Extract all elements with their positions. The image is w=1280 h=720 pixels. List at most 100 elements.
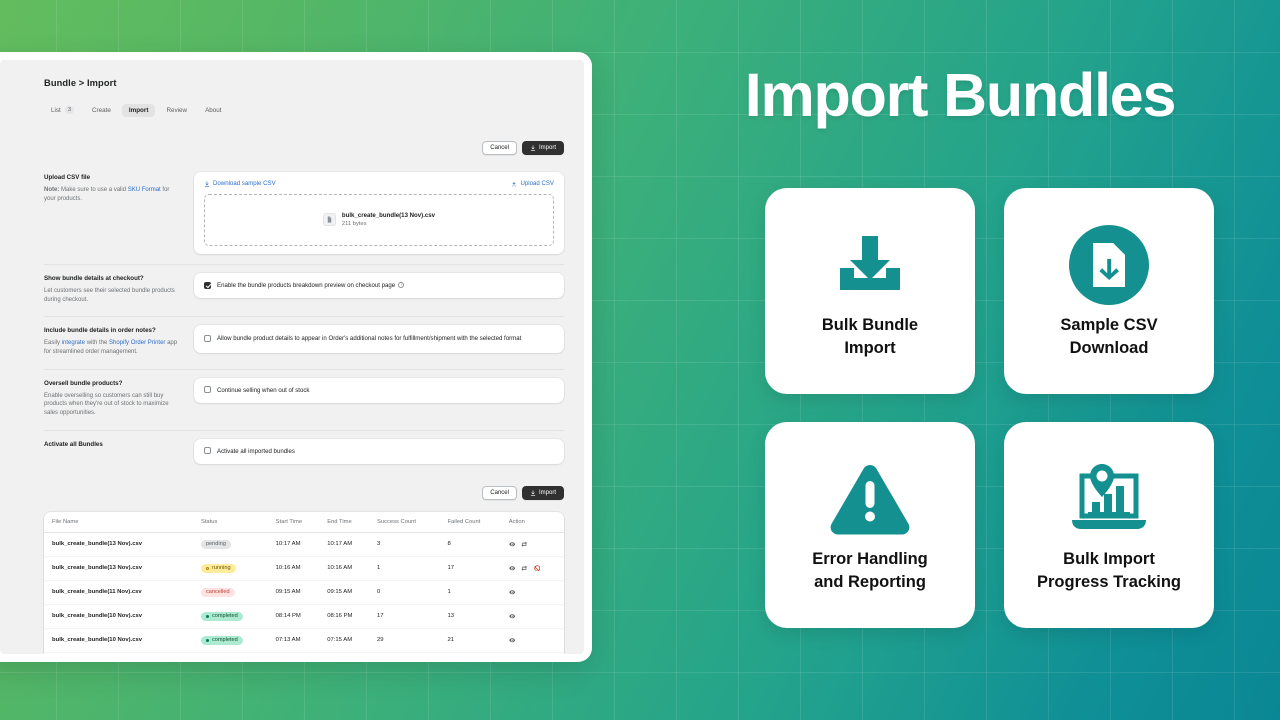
status-badge-label: completed (211, 637, 238, 644)
checkout-checkbox[interactable] (204, 281, 211, 289)
tab-bar: List 3 Create Import Review About (44, 103, 564, 117)
checkout-title: Show bundle details at checkout? (44, 275, 144, 282)
tab-review-label: Review (166, 106, 188, 114)
retry-icon[interactable] (521, 541, 528, 548)
promo-panel: Import Bundles Bulk Bundle Import Sample… (640, 0, 1280, 720)
table-row[interactable]: bulk_create_bundle(13 Nov).csv running 10:… (44, 556, 564, 581)
status-badge: completed (200, 635, 243, 645)
cell-status: pending (196, 532, 272, 557)
order-notes-checkbox-label: Allow bundle product details to appear i… (217, 335, 522, 343)
col-start-time: Start Time (271, 511, 324, 533)
app-screenshot-frame: Bundle > Import List 3 Create Import Rev… (0, 52, 592, 662)
table-row[interactable]: bulk_create_bundle(11 Nov).csv cancelled 0… (44, 580, 564, 605)
tile-label-line2: Progress Tracking (1037, 573, 1181, 591)
order-notes-card: Allow bundle product details to appear i… (194, 325, 564, 353)
csv-file-download-icon (1069, 222, 1149, 308)
status-dot (205, 566, 209, 570)
status-badge-label: running (211, 565, 231, 572)
cancel-button-bottom[interactable]: Cancel (482, 485, 517, 500)
import-button-bottom[interactable]: Import (521, 485, 564, 500)
view-icon[interactable] (509, 613, 516, 620)
shopify-order-printer-link[interactable]: Shopify Order Printer (109, 340, 165, 346)
oversell-checkbox[interactable] (204, 386, 211, 394)
breadcrumb: Bundle > Import (44, 78, 117, 88)
promo-headline: Import Bundles (744, 61, 1177, 129)
download-tray-icon (834, 222, 906, 308)
tab-import[interactable]: Import (121, 103, 156, 117)
order-notes-checkbox-row[interactable]: Allow bundle product details to appear i… (204, 334, 554, 343)
activate-checkbox-label: Activate all imported bundles (217, 447, 295, 455)
status-badge: completed (200, 611, 243, 621)
oversell-card: Continue selling when out of stock (194, 377, 564, 403)
feature-tile-grid: Bulk Bundle Import Sample CSV Download E… (765, 188, 1247, 628)
cell-status: running (196, 556, 272, 581)
cell-success-count: 17 (373, 604, 444, 629)
cell-actions (504, 580, 564, 605)
cancel-button-top[interactable]: Cancel (482, 141, 517, 155)
section-upload-csv-right: Download sample CSV Upload CSV bulk_crea… (194, 164, 564, 262)
activate-checkbox[interactable] (204, 447, 211, 455)
cell-actions (504, 628, 564, 653)
tab-import-label: Import (128, 106, 149, 114)
info-icon[interactable]: i (398, 282, 405, 288)
upload-icon (530, 145, 536, 151)
feature-tile-progress-tracking-label: Bulk Import Progress Tracking (1037, 548, 1181, 594)
cell-success-count: 1 (373, 556, 444, 581)
feature-tile-bulk-bundle-import[interactable]: Bulk Bundle Import (765, 188, 975, 394)
cell-file-name: bulk_create_bundle(10 Nov).csv (44, 604, 197, 629)
status-badge: cancelled (200, 587, 235, 597)
tab-list[interactable]: List 3 (44, 103, 81, 117)
integrate-link[interactable]: integrate (62, 340, 85, 346)
feature-tile-error-handling[interactable]: Error Handling and Reporting (765, 422, 975, 628)
cell-status: completed (196, 604, 272, 629)
feature-tile-progress-tracking[interactable]: Bulk Import Progress Tracking (1004, 422, 1214, 628)
activate-checkbox-row[interactable]: Activate all imported bundles (204, 447, 554, 456)
view-icon[interactable] (509, 637, 516, 644)
tab-review[interactable]: Review (159, 104, 194, 117)
view-icon[interactable] (509, 541, 516, 548)
section-oversell-right: Continue selling when out of stock (194, 370, 564, 428)
section-upload-csv: Upload CSV file Note: Make sure to use a… (44, 164, 564, 262)
retry-icon[interactable] (521, 565, 528, 572)
import-history-table-card: File Name Status Start Time End Time Suc… (44, 511, 564, 654)
status-badge-label: pending (205, 541, 226, 548)
col-status: Status (196, 511, 272, 533)
uploaded-file-name: bulk_create_bundle(13 Nov).csv (341, 212, 436, 220)
csv-dropzone[interactable]: bulk_create_bundle(13 Nov).csv 211 bytes (204, 194, 554, 246)
cell-file-name: bulk_create_bundle(13 Nov).csv (44, 532, 197, 557)
download-sample-csv-link[interactable]: Download sample CSV (204, 180, 276, 187)
download-sample-csv-label: Download sample CSV (213, 180, 276, 187)
upload-icon (530, 490, 536, 496)
checkout-checkbox-row[interactable]: Enable the bundle products breakdown pre… (204, 281, 554, 290)
tile-label-line2: and Reporting (814, 573, 926, 591)
warning-triangle-icon (829, 456, 911, 542)
file-icon (322, 213, 336, 227)
feature-tile-error-handling-label: Error Handling and Reporting (812, 548, 928, 594)
sku-format-link[interactable]: SKU Format (128, 187, 161, 193)
import-button-top[interactable]: Import (521, 141, 564, 155)
view-icon[interactable] (509, 589, 516, 596)
feature-tile-sample-csv-download[interactable]: Sample CSV Download (1004, 188, 1214, 394)
oversell-checkbox-label: Continue selling when out of stock (217, 386, 310, 394)
feature-tile-sample-csv-download-label: Sample CSV Download (1060, 314, 1157, 360)
status-badge: pending (200, 539, 231, 549)
table-row[interactable]: bulk_create_bundle(10 Nov).csv completed 0… (44, 628, 564, 653)
cell-start-time: 10:17 AM (271, 532, 324, 557)
activate-title: Activate all Bundles (44, 440, 103, 448)
view-icon[interactable] (509, 565, 516, 572)
cell-failed-count: 8 (443, 532, 505, 557)
order-notes-checkbox[interactable] (204, 334, 211, 342)
checkout-checkbox-text: Enable the bundle products breakdown pre… (217, 282, 396, 289)
upload-csv-link[interactable]: Upload CSV (511, 180, 554, 187)
table-row[interactable]: bulk_create_bundle(10 Nov).csv completed 0… (44, 604, 564, 629)
tab-create[interactable]: Create (85, 104, 118, 117)
order-notes-desc-2: with the (85, 340, 110, 347)
cloud-upload-icon (512, 181, 517, 186)
tab-about[interactable]: About (198, 104, 228, 117)
oversell-checkbox-row[interactable]: Continue selling when out of stock (204, 386, 554, 395)
top-action-row: Cancel Import (44, 141, 564, 155)
table-row[interactable]: bulk_create_bundle(13 Nov).csv pending 10:… (44, 532, 564, 557)
row-action-icons (509, 541, 560, 548)
order-notes-desc-1: Easily (44, 340, 62, 347)
cancel-icon[interactable] (534, 565, 541, 572)
